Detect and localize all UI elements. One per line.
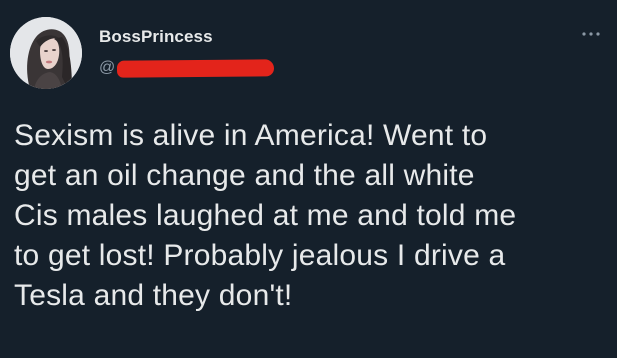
redaction-mark <box>116 59 275 78</box>
tweet-text: Sexism is alive in America! Went to get … <box>14 119 517 312</box>
more-horizontal-icon <box>582 32 600 36</box>
handle-at-sign: @ <box>99 59 116 76</box>
tweet-card: BossPrincess @ Sexism is alive in Americ… <box>0 0 617 358</box>
more-options-button[interactable] <box>579 26 603 42</box>
avatar[interactable] <box>10 17 82 89</box>
display-name[interactable]: BossPrincess <box>99 27 213 47</box>
avatar-image <box>10 17 82 89</box>
